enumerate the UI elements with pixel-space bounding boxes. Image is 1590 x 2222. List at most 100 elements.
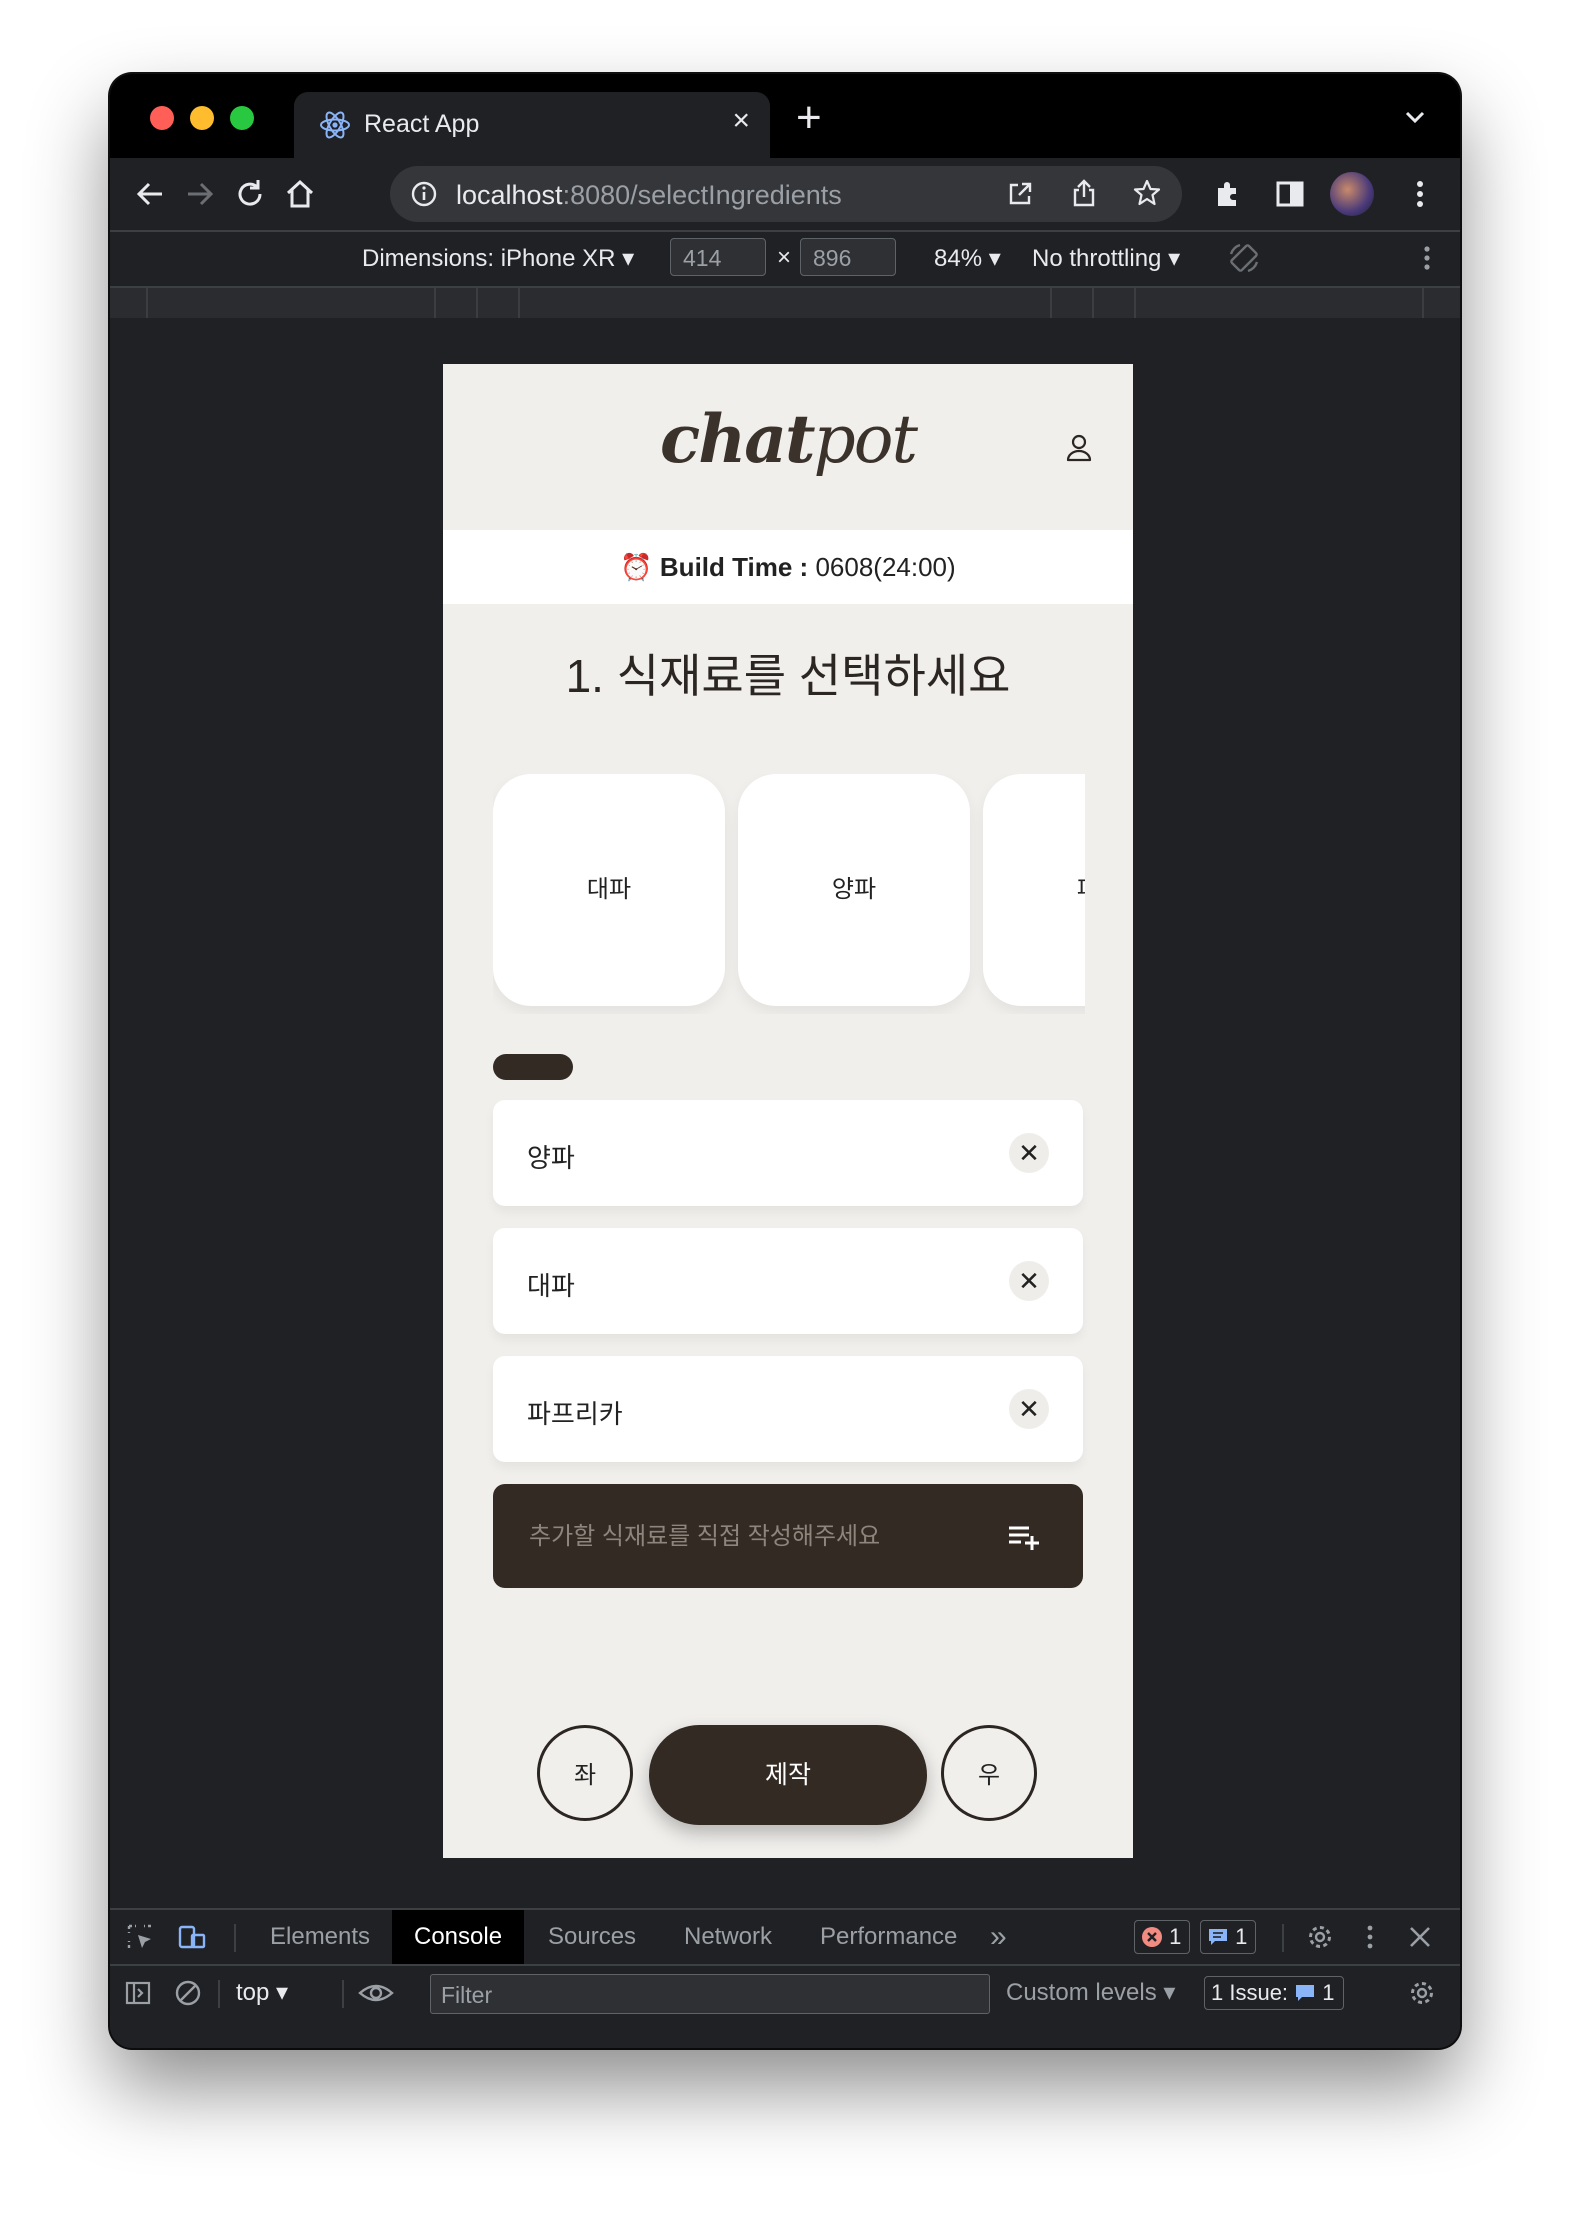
message-badge[interactable]: 1 (1200, 1920, 1257, 1954)
issues-label: 1 Issue: (1211, 1980, 1289, 2005)
device-width-input[interactable]: 414 (670, 238, 766, 276)
share-icon[interactable] (1070, 178, 1098, 208)
console-filter-input[interactable]: Filter (430, 1974, 990, 2014)
tab-title: React App (364, 110, 480, 138)
close-window-button[interactable] (150, 106, 174, 130)
rotate-device-icon[interactable] (1226, 240, 1262, 276)
remove-ingredient-button[interactable]: ✕ (1009, 1261, 1049, 1301)
zoom-dropdown[interactable]: 84% ▾ (934, 244, 1001, 273)
error-icon (1142, 1927, 1162, 1947)
address-bar[interactable]: localhost:8080/selectIngredients (390, 166, 1182, 222)
context-label: top (236, 1979, 270, 2006)
logo-text-light: pot (813, 401, 918, 478)
tab-sources[interactable]: Sources (548, 1910, 636, 1964)
back-arrow-icon[interactable] (132, 176, 168, 212)
devtools-menu-icon[interactable] (1356, 1923, 1384, 1951)
url-text: localhost:8080/selectIngredients (456, 180, 842, 211)
ingredient-label: 양파 (527, 1143, 575, 1173)
inspect-element-icon[interactable] (126, 1923, 154, 1951)
remove-ingredient-button[interactable]: ✕ (1009, 1133, 1049, 1173)
chatpot-logo[interactable]: chatpot (443, 400, 1133, 478)
log-levels-dropdown[interactable]: Custom levels ▾ (1006, 1966, 1175, 2020)
side-panel-icon[interactable] (1272, 176, 1308, 212)
more-tabs-button[interactable]: » (990, 1910, 1007, 1964)
add-ingredient-row (493, 1484, 1083, 1588)
device-viewport: chatpot ⏰ Build Time : 0608(24:00) 1. 식재… (110, 318, 1460, 1908)
ingredient-card[interactable]: 대파 (493, 774, 725, 1006)
tab-network[interactable]: Network (684, 1910, 772, 1964)
alarm-clock-icon: ⏰ (620, 552, 653, 582)
selected-ingredient-item: 파프리카 ✕ (493, 1356, 1083, 1462)
ingredient-label: 대파 (527, 1271, 575, 1301)
profile-avatar[interactable] (1330, 172, 1374, 216)
throttling-dropdown[interactable]: No throttling ▾ (1032, 244, 1180, 273)
media-query-ruler (110, 288, 1460, 318)
ingredient-label: 파프리카 (527, 1399, 623, 1429)
app-header: chatpot (443, 364, 1133, 530)
extensions-puzzle-icon[interactable] (1210, 176, 1246, 212)
devtools-panel: Elements Console Sources Network Perform… (110, 1908, 1460, 2048)
message-count: 1 (1235, 1924, 1248, 1949)
user-icon[interactable] (1063, 432, 1095, 464)
selected-ingredient-item: 대파 ✕ (493, 1228, 1083, 1334)
browser-toolbar: localhost:8080/selectIngredients (110, 158, 1460, 232)
star-icon[interactable] (1132, 178, 1162, 208)
playlist-add-icon[interactable] (1007, 1520, 1041, 1552)
device-height-input[interactable]: 896 (800, 238, 896, 276)
logo-text-bold: chat (660, 400, 815, 478)
maximize-window-button[interactable] (230, 106, 254, 130)
carousel-indicator (493, 1054, 573, 1080)
dimension-separator: × (777, 244, 792, 271)
react-logo-icon (320, 111, 350, 139)
settings-gear-icon[interactable] (1306, 1923, 1334, 1951)
error-badge[interactable]: 1 (1134, 1920, 1191, 1954)
new-tab-button[interactable]: + (796, 96, 822, 140)
url-host: localhost (456, 180, 563, 210)
device-toggle-icon[interactable] (178, 1923, 206, 1951)
app-screen: chatpot ⏰ Build Time : 0608(24:00) 1. 식재… (443, 364, 1133, 1858)
device-dimensions-dropdown[interactable]: Dimensions: iPhone XR ▾ (362, 244, 634, 273)
make-button[interactable]: 제작 (649, 1725, 927, 1825)
minimize-window-button[interactable] (190, 106, 214, 130)
console-settings-icon[interactable] (1408, 1979, 1436, 2007)
issues-count: 1 (1322, 1980, 1335, 2005)
reload-icon[interactable] (232, 176, 268, 212)
clear-console-icon[interactable] (174, 1979, 202, 2007)
tab-performance[interactable]: Performance (820, 1910, 957, 1964)
tab-elements[interactable]: Elements (270, 1910, 370, 1964)
forward-arrow-icon[interactable] (182, 176, 218, 212)
ingredient-card[interactable]: 양파 (738, 774, 970, 1006)
info-icon[interactable] (410, 180, 438, 208)
add-ingredient-input[interactable] (527, 1514, 991, 1560)
ingredient-carousel[interactable]: 대파 양파 파프 (493, 774, 1085, 1014)
close-devtools-icon[interactable] (1406, 1923, 1434, 1951)
error-count: 1 (1169, 1924, 1182, 1949)
page-title: 1. 식재료를 선택하세요 (565, 650, 1011, 702)
tab-console[interactable]: Console (392, 1910, 525, 1964)
issue-message-icon (1296, 1985, 1315, 2001)
browser-tab[interactable]: React App × (294, 92, 770, 158)
remove-ingredient-button[interactable]: ✕ (1009, 1389, 1049, 1429)
console-toolbar: top ▾ Filter Custom levels ▾ 1 Issue: 1 (110, 1966, 1460, 2020)
issues-button[interactable]: 1 Issue: 1 (1204, 1976, 1344, 2010)
build-time-banner: ⏰ Build Time : 0608(24:00) (443, 530, 1133, 604)
tab-close-icon[interactable]: × (732, 104, 750, 138)
left-button[interactable]: 좌 (537, 1725, 633, 1821)
device-more-icon[interactable] (1412, 242, 1442, 274)
build-time-label: Build Time : (659, 552, 809, 582)
url-path: :8080/selectIngredients (562, 180, 842, 210)
ingredient-card[interactable]: 파프 (983, 774, 1085, 1006)
selected-ingredient-item: 양파 ✕ (493, 1100, 1083, 1206)
tab-strip: React App × + (110, 74, 1460, 158)
right-button[interactable]: 우 (941, 1725, 1037, 1821)
kebab-menu-icon[interactable] (1402, 176, 1438, 212)
open-external-icon[interactable] (1006, 180, 1034, 208)
home-icon[interactable] (282, 176, 318, 212)
sidebar-toggle-icon[interactable] (124, 1979, 152, 2007)
devtools-tab-bar: Elements Console Sources Network Perform… (110, 1910, 1460, 1966)
chevron-down-icon[interactable] (1400, 102, 1430, 132)
device-toolbar: Dimensions: iPhone XR ▾ 414 × 896 84% ▾ … (110, 232, 1460, 288)
context-selector[interactable]: top ▾ (236, 1966, 288, 2020)
browser-window: React App × + localhost:8080/selectIngre… (110, 74, 1460, 2048)
eye-icon[interactable] (358, 1979, 394, 2007)
